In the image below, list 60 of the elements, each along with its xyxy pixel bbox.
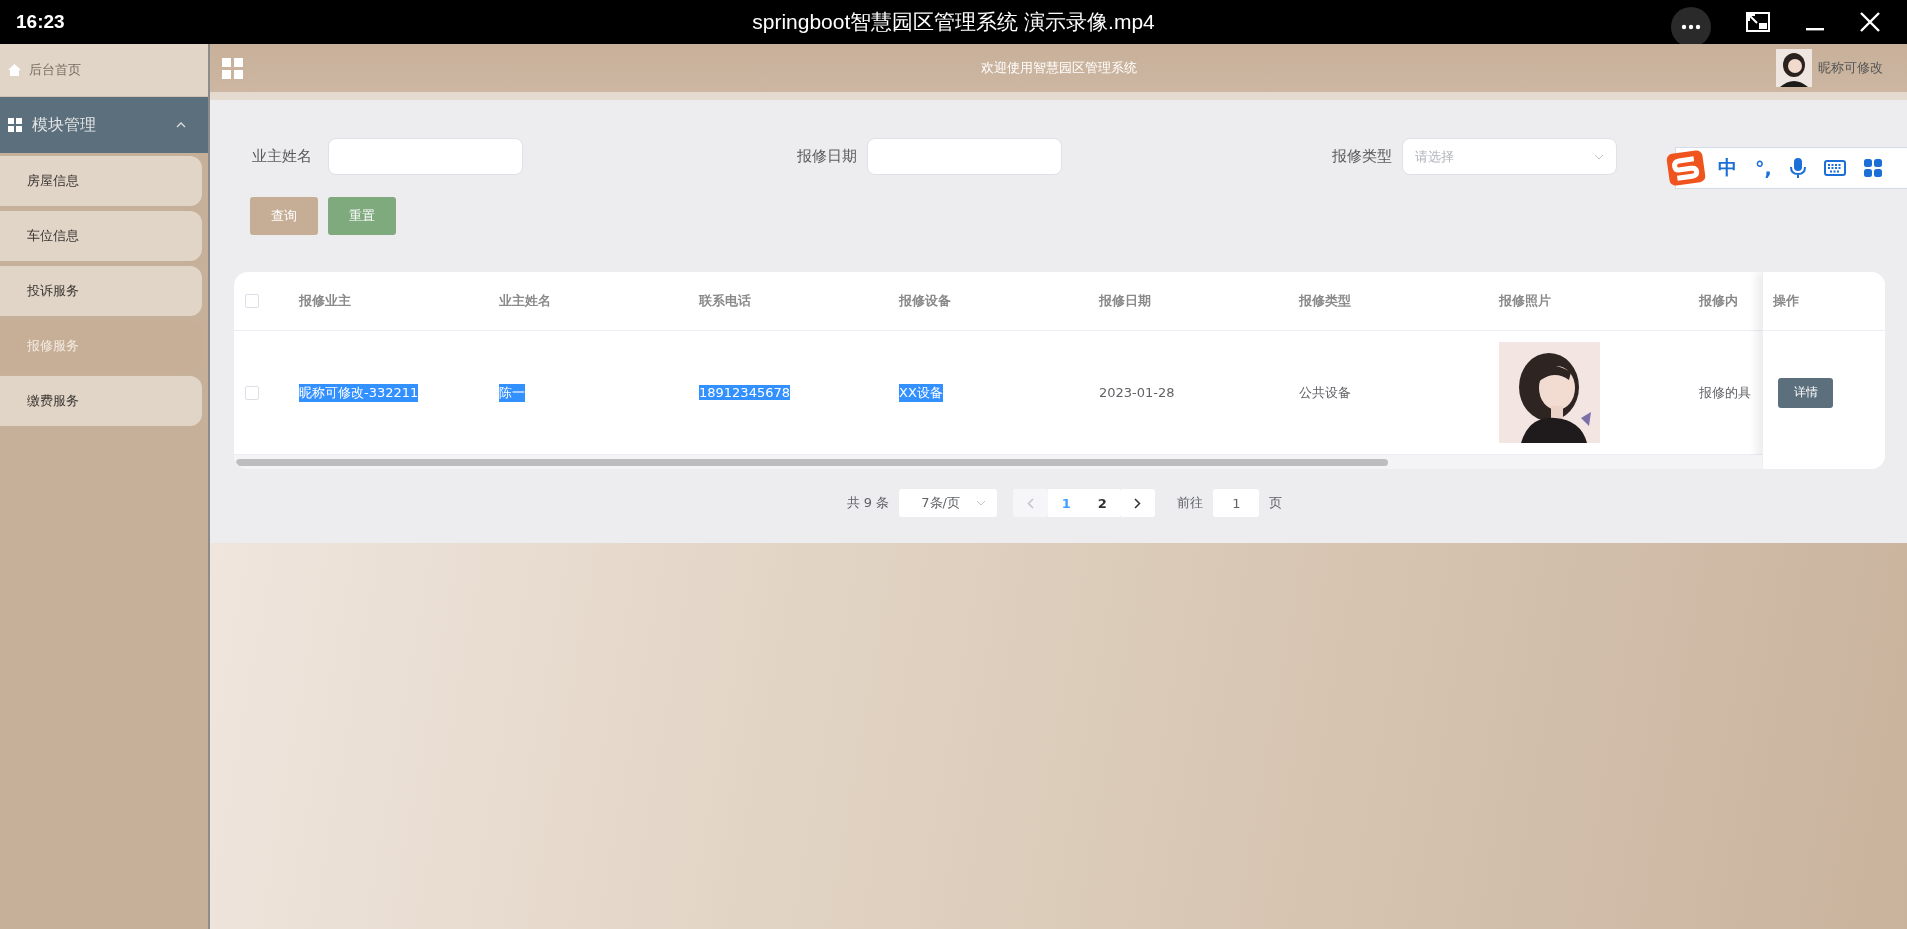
avatar[interactable]	[1776, 49, 1812, 87]
details-button[interactable]: 详情	[1778, 377, 1833, 408]
page-number[interactable]: 2	[1084, 489, 1121, 517]
column-header: 操作	[1773, 292, 1799, 310]
column-header: 业主姓名	[499, 292, 551, 310]
more-icon[interactable]	[1671, 7, 1711, 47]
table-cell: 报修的具	[1699, 383, 1751, 402]
total-count: 共 9 条	[846, 494, 890, 512]
input-field[interactable]	[328, 138, 523, 175]
table-cell: 陈一	[499, 383, 525, 402]
checkbox[interactable]	[245, 294, 259, 308]
chevron-down-icon	[976, 500, 987, 506]
punctuation-mode[interactable]: °,	[1755, 157, 1772, 179]
next-page-button[interactable]	[1120, 489, 1156, 517]
checkbox[interactable]	[245, 385, 259, 400]
column-header: 报修类型	[1299, 292, 1351, 310]
module-menu-group[interactable]: 模块管理	[0, 97, 208, 153]
chevron-right-icon	[1134, 497, 1142, 509]
page-suffix: 页	[1269, 494, 1283, 512]
clock-time: 16:23	[16, 11, 65, 33]
sidebar-item[interactable]: 房屋信息	[0, 156, 202, 206]
field-label: 报修日期	[796, 147, 857, 166]
microphone-icon[interactable]	[1789, 157, 1806, 179]
field-label: 业主姓名	[252, 147, 313, 166]
close-icon[interactable]	[1859, 11, 1881, 33]
grid-icon	[8, 118, 22, 132]
input-field[interactable]	[867, 138, 1062, 175]
page-size-select[interactable]: 7条/页	[899, 489, 998, 517]
home-icon	[8, 64, 21, 76]
chevron-down-icon	[1594, 153, 1604, 160]
field-label: 报修类型	[1331, 147, 1392, 166]
table-cell: 公共设备	[1299, 383, 1351, 402]
sidebar-item[interactable]: 车位信息	[0, 211, 202, 261]
column-header: 报修设备	[899, 292, 951, 310]
site-title: 欢迎使用智慧园区管理系统	[980, 59, 1137, 77]
language-mode[interactable]: 中	[1718, 155, 1737, 181]
sidebar-item[interactable]: 缴费服务	[0, 376, 202, 426]
table-cell: XX设备	[899, 383, 943, 402]
keyboard-icon[interactable]	[1823, 160, 1846, 176]
goto-label: 前往	[1177, 494, 1204, 512]
home-menu-item[interactable]: 后台首页	[0, 44, 208, 97]
table-cell: 18912345678	[699, 385, 790, 400]
sidebar-item[interactable]: 投诉服务	[0, 266, 202, 316]
column-header: 联系电话	[699, 292, 751, 310]
page-number[interactable]: 1	[1048, 489, 1085, 517]
menu-group-label: 模块管理	[32, 114, 96, 136]
table-cell: 2023-01-28	[1099, 385, 1175, 400]
chevron-left-icon	[1027, 497, 1035, 509]
column-header: 报修日期	[1099, 292, 1151, 310]
picture-in-picture-icon[interactable]	[1745, 11, 1771, 33]
column-header: 报修内	[1699, 292, 1738, 310]
column-header: 报修业主	[299, 292, 351, 310]
user-name[interactable]: 昵称可修改	[1818, 59, 1883, 77]
reset-button[interactable]: 重置	[328, 197, 396, 235]
video-title: springboot智慧园区管理系统 演示录像.mp4	[752, 9, 1155, 35]
page-input[interactable]: 1	[1213, 489, 1260, 517]
grid-icon[interactable]	[1863, 159, 1882, 177]
column-header: 报修照片	[1499, 292, 1551, 310]
table-cell: 昵称可修改-332211	[299, 383, 419, 402]
scrollbar[interactable]	[234, 455, 1762, 469]
